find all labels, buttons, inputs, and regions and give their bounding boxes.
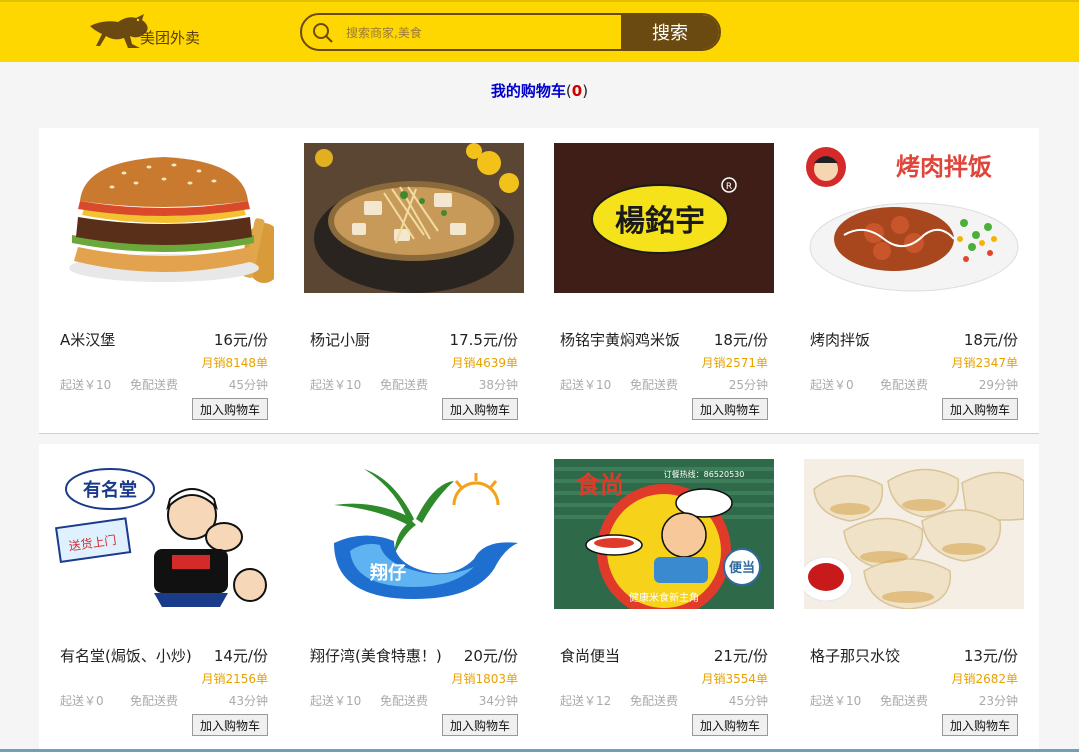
delivery-fee: 免配送费 [130, 378, 179, 392]
row-divider [39, 433, 1039, 434]
shop-price: 13元/份 [963, 647, 1018, 665]
search-button[interactable]: 搜索 [621, 15, 719, 49]
bbq-rice-image[interactable]: 烤肉拌饭 [804, 143, 1024, 293]
monthly-sales: 月销1803单 [451, 672, 518, 686]
add-to-cart-button[interactable]: 加入购物车 [441, 714, 518, 736]
delivery-fee: 免配送费 [880, 694, 929, 708]
monthly-sales: 月销3554单 [701, 672, 768, 686]
delivery-time: 34分钟 [478, 694, 518, 708]
delivery-fee: 免配送费 [630, 694, 679, 708]
monthly-sales: 月销4639单 [451, 356, 518, 370]
shop-card[interactable]: 翔仔 翔仔湾(美食特惠！) 20元/份 月销1803单 起送￥10 免配送费 3… [304, 459, 524, 749]
shop-name[interactable]: 杨记小厨 [310, 329, 370, 350]
shop-row-2: 有名堂 送货上门 有名堂(焗饭、小炒) 14元/份 月销2156单 起送￥0 免… [39, 444, 1039, 750]
delivery-time: 25分钟 [728, 378, 768, 392]
delivery-fee: 免配送费 [630, 378, 679, 392]
add-to-cart-button[interactable]: 加入购物车 [691, 398, 768, 420]
min-order: 起送￥10 [60, 378, 112, 392]
shop-card[interactable]: 杨记小厨 17.5元/份 月销4639单 起送￥10 免配送费 38分钟 加入购… [304, 143, 524, 433]
delivery-fee: 免配送费 [380, 378, 429, 392]
min-order: 起送￥10 [560, 378, 612, 392]
add-to-cart-button[interactable]: 加入购物车 [441, 398, 518, 420]
shop-price: 20元/份 [463, 647, 518, 665]
delivery-fee: 免配送费 [130, 694, 179, 708]
add-to-cart-button[interactable]: 加入购物车 [941, 714, 1018, 736]
shop-price: 18元/份 [963, 331, 1018, 349]
shop-price: 14元/份 [213, 647, 268, 665]
delivery-time: 43分钟 [228, 694, 268, 708]
search-box: 搜索 [300, 13, 721, 51]
delivery-time: 45分钟 [728, 694, 768, 708]
meituan-logo[interactable]: 美团外卖 [88, 12, 208, 52]
my-cart-link[interactable]: 我的购物车(0) [0, 80, 1079, 101]
min-order: 起送￥12 [560, 694, 612, 708]
min-order: 起送￥10 [810, 694, 862, 708]
shop-price: 16元/份 [213, 331, 268, 349]
burger-image[interactable] [54, 143, 274, 293]
shop-card[interactable]: 烤肉拌饭 烤肉拌饭 18元/份 月销2347单 起送￥0 免配送费 29分钟 加… [804, 143, 1024, 433]
delivery-time: 23分钟 [978, 694, 1018, 708]
shop-card[interactable]: 格子那只水饺 13元/份 月销2682单 起送￥10 免配送费 23分钟 加入购… [804, 459, 1024, 749]
min-order: 起送￥0 [60, 694, 104, 708]
youmingtang-logo-image[interactable]: 有名堂 送货上门 [54, 459, 274, 609]
logo-text: 美团外卖 [140, 29, 201, 47]
add-to-cart-button[interactable]: 加入购物车 [691, 714, 768, 736]
shishang-logo-text: 食尚 [576, 471, 624, 499]
add-to-cart-button[interactable]: 加入购物车 [191, 398, 268, 420]
shop-name[interactable]: 格子那只水饺 [810, 645, 900, 666]
dumplings-image[interactable] [804, 459, 1024, 609]
shop-card[interactable]: 食尚 订餐热线：86520530 便当 健康米食新主角 食尚便当 21元/份 月… [554, 459, 774, 749]
monthly-sales: 月销2682单 [951, 672, 1018, 686]
search-input[interactable] [346, 21, 616, 45]
shop-name[interactable]: 有名堂(焗饭、小炒) [60, 645, 192, 666]
min-order: 起送￥10 [310, 378, 362, 392]
yangmingyu-logo-text: 楊銘宇 [615, 204, 705, 239]
monthly-sales: 月销8148单 [201, 356, 268, 370]
shop-name[interactable]: 烤肉拌饭 [810, 329, 870, 350]
shop-card[interactable]: 楊銘宇 R 杨铭宇黄焖鸡米饭 18元/份 月销2571单 起送￥10 免配送费 … [554, 143, 774, 433]
youmingtang-logo-text: 有名堂 [83, 479, 137, 501]
min-order: 起送￥0 [810, 378, 854, 392]
min-order: 起送￥10 [310, 694, 362, 708]
delivery-time: 38分钟 [478, 378, 518, 392]
stone-pot-soup-image[interactable] [304, 143, 524, 293]
shishang-logo-image[interactable]: 食尚 订餐热线：86520530 便当 健康米食新主角 [554, 459, 774, 609]
shop-name[interactable]: A米汉堡 [60, 329, 115, 350]
delivery-fee: 免配送费 [880, 378, 929, 392]
shop-card[interactable]: 有名堂 送货上门 有名堂(焗饭、小炒) 14元/份 月销2156单 起送￥0 免… [54, 459, 274, 749]
monthly-sales: 月销2156单 [201, 672, 268, 686]
search-icon [313, 23, 333, 43]
shop-name[interactable]: 杨铭宇黄焖鸡米饭 [560, 329, 680, 350]
shop-price: 21元/份 [713, 647, 768, 665]
add-to-cart-button[interactable]: 加入购物车 [191, 714, 268, 736]
shop-row-1: A米汉堡 16元/份 月销8148单 起送￥10 免配送费 45分钟 加入购物车 [39, 128, 1039, 434]
shop-price: 17.5元/份 [449, 331, 518, 349]
shop-card[interactable]: A米汉堡 16元/份 月销8148单 起送￥10 免配送费 45分钟 加入购物车 [54, 143, 274, 433]
shishang-footer-text: 健康米食新主角 [629, 591, 699, 604]
cart-close-paren: ) [582, 82, 589, 100]
header-bar: 美团外卖 搜索 [0, 0, 1079, 62]
bbq-rice-logo-text: 烤肉拌饭 [896, 153, 992, 181]
shishang-badge-text: 便当 [729, 560, 755, 576]
cart-label: 我的购物车 [490, 82, 566, 100]
shop-price: 18元/份 [713, 331, 768, 349]
xiangzaiwan-logo-image[interactable]: 翔仔 [304, 459, 524, 609]
svg-text:R: R [726, 182, 732, 192]
cart-count: 0 [571, 82, 583, 100]
yangmingyu-logo-image[interactable]: 楊銘宇 R [554, 143, 774, 293]
add-to-cart-button[interactable]: 加入购物车 [941, 398, 1018, 420]
delivery-fee: 免配送费 [380, 694, 429, 708]
shishang-phone-text: 订餐热线：86520530 [664, 469, 745, 479]
delivery-time: 29分钟 [978, 378, 1018, 392]
monthly-sales: 月销2571单 [701, 356, 768, 370]
shop-name[interactable]: 翔仔湾(美食特惠！) [310, 645, 442, 666]
monthly-sales: 月销2347单 [951, 356, 1018, 370]
xiangzaiwan-logo-text: 翔仔 [369, 562, 406, 584]
delivery-time: 45分钟 [228, 378, 268, 392]
shop-name[interactable]: 食尚便当 [560, 645, 620, 666]
